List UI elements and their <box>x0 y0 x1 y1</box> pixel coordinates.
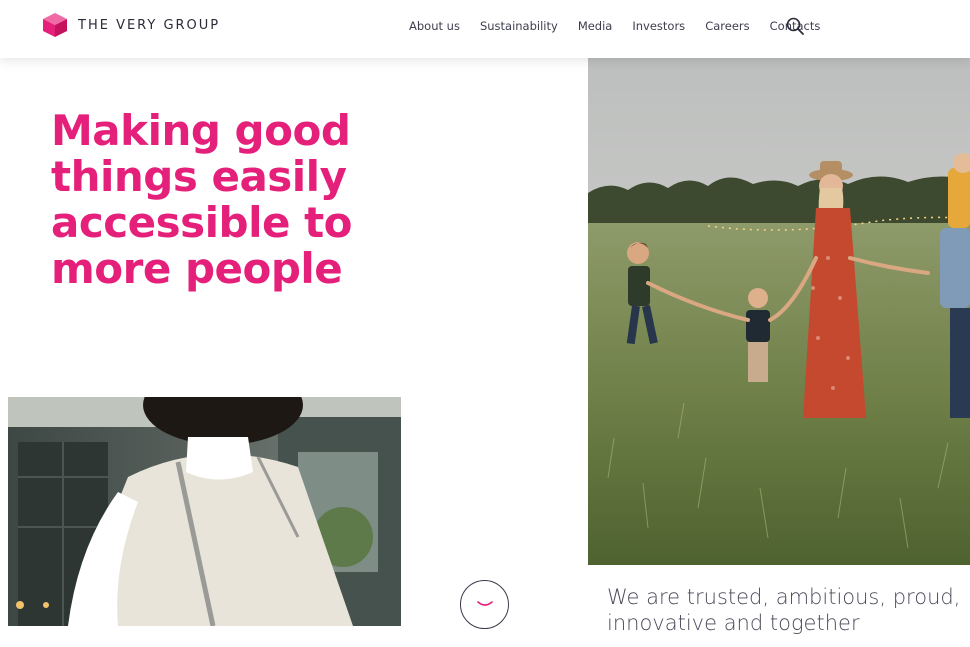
hero-line: things easily <box>51 152 347 201</box>
nav-investors[interactable]: Investors <box>632 19 685 33</box>
nav-about-us[interactable]: About us <box>409 19 460 33</box>
values-line: innovative and together <box>607 611 860 635</box>
search-icon[interactable] <box>786 17 804 35</box>
hero-line: accessible to <box>51 198 353 247</box>
values-line: We are trusted, ambitious, proud, <box>607 585 961 609</box>
brand-name: THE VERY GROUP <box>78 17 221 33</box>
nav-media[interactable]: Media <box>578 19 613 33</box>
scroll-down-button[interactable] <box>460 580 509 629</box>
nav-sustainability[interactable]: Sustainability <box>480 19 558 33</box>
site-header: THE VERY GROUP About us Sustainability M… <box>0 0 970 58</box>
values-statement: We are trusted, ambitious, proud, innova… <box>607 584 970 636</box>
chevron-down-icon <box>476 600 493 606</box>
hero-line: Making good <box>51 106 351 155</box>
family-field-photo <box>588 58 970 565</box>
main-nav: About us Sustainability Media Investors … <box>409 19 840 33</box>
woman-street-photo <box>8 397 401 626</box>
brand-logo[interactable]: THE VERY GROUP <box>42 12 220 38</box>
cube-logo-icon <box>43 13 67 37</box>
nav-careers[interactable]: Careers <box>705 19 749 33</box>
hero-line: more people <box>51 244 343 293</box>
hero-heading: Making good things easily accessible to … <box>51 108 371 292</box>
